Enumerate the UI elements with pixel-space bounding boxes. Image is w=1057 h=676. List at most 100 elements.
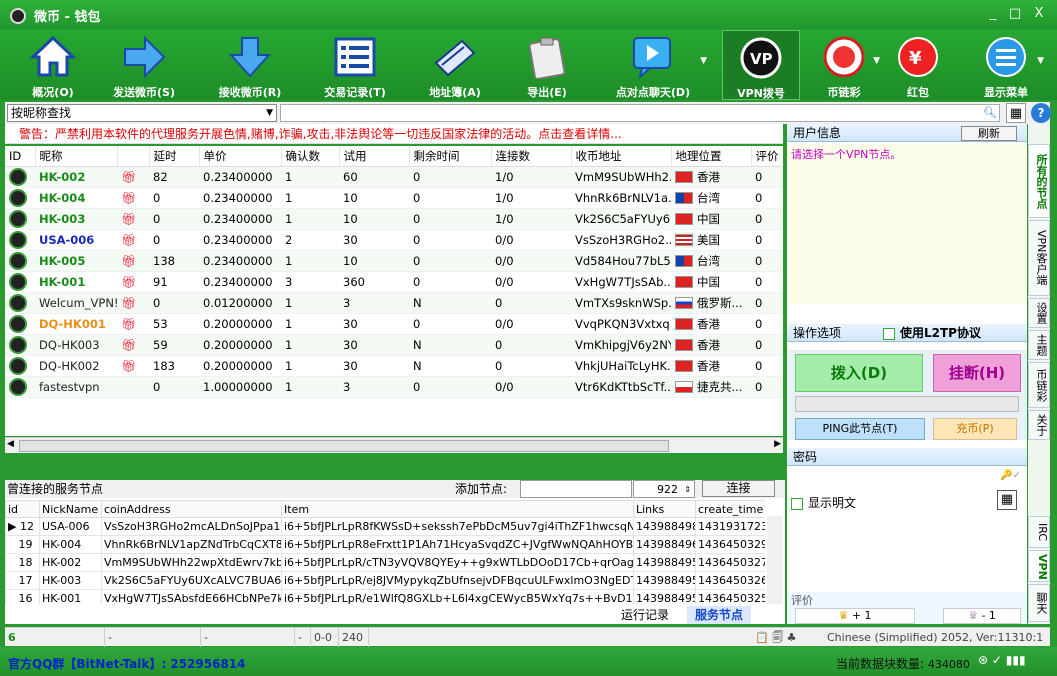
col-connections[interactable]: 连接数 [491, 146, 572, 167]
spinner-arrows-icon[interactable]: ⇕ [684, 481, 691, 499]
node-row[interactable]: HK-003 🎁︎ 0 0.23400000 1 10 0 1/0 Vk2S6C5aFYUy6.… [5, 208, 783, 230]
col-confirmations[interactable]: 确认数 [281, 146, 340, 167]
search-input[interactable] [280, 104, 1000, 122]
node-table-hscrollbar[interactable]: ◀ ▶ [5, 437, 783, 453]
toolbar-red-packet[interactable]: ¥ 红包 [890, 30, 946, 100]
col-coin-address[interactable]: coinAddress [101, 500, 282, 518]
node-row[interactable]: DQ-HK003 🎁︎ 59 0.20000000 1 30 N 0 VmKhipgjV6y2N… [5, 334, 783, 356]
node-rating: 0 [751, 187, 783, 209]
history-row[interactable]: ▶ 12 USA-006 VsSzoH3RGHo2mcALDnSoJPpa1Sta i… [5, 517, 765, 536]
col-location[interactable]: 地理位置 [671, 146, 752, 167]
search-mode-select[interactable]: 按昵称查找 ▼ [7, 104, 277, 122]
col-nickname[interactable]: NickName [39, 500, 102, 518]
toolbar-overview[interactable]: 概况(O) [18, 30, 88, 100]
history-row[interactable]: 18HK-002VmM9SUbWHh22wpXtdEwrv7kb9Nti6+5b… [5, 553, 765, 572]
history-table-header: id NickName coinAddress Item Links creat… [5, 500, 765, 518]
tab-about[interactable]: 关于 [1028, 410, 1050, 440]
toolbar-show-menu[interactable]: 显示菜单 ▼ [966, 30, 1046, 100]
maximize-button[interactable]: □ [1004, 5, 1026, 23]
add-node-input[interactable] [520, 480, 632, 498]
rate-up-button[interactable]: ♛ + 1 [795, 608, 915, 624]
show-plaintext-checkbox[interactable] [791, 497, 803, 510]
history-row[interactable]: 19 HK-004 VhnRk6BrNLV1apZNdTrbCqCXT8SL i6+5… [5, 535, 765, 554]
node-address: Vtr6KdKTtbScTf... [571, 376, 671, 398]
chat-dropdown-icon[interactable]: ▼ [700, 56, 707, 66]
col-links[interactable]: Links [633, 500, 696, 518]
scroll-right-icon[interactable]: ▶ [774, 439, 781, 449]
lottery-dropdown-icon[interactable]: ▼ [873, 56, 880, 66]
tab-chat[interactable]: 聊天 [1028, 584, 1050, 622]
qr-code-icon[interactable]: ▦ [997, 490, 1017, 510]
qr-grid-icon[interactable]: ▦ [1006, 103, 1026, 123]
node-connections: 0/0 [491, 229, 571, 251]
hang-up-button[interactable]: 挂断(H) [933, 354, 1021, 392]
connect-button[interactable]: 连接 [702, 480, 775, 497]
add-node-port-spinner[interactable]: 922 ⇕ [633, 480, 695, 498]
toolbar-send[interactable]: 发送微币(S) [104, 30, 184, 100]
col-address[interactable]: 收币地址 [571, 146, 672, 167]
col-id[interactable]: ID [5, 146, 36, 167]
rate-down-button[interactable]: ♛ - 1 [943, 608, 1021, 624]
col-delay[interactable]: 延时 [149, 146, 200, 167]
tab-service-nodes[interactable]: 服务节点 [687, 606, 752, 624]
toolbar-export[interactable]: 导出(E) [512, 30, 582, 100]
status-tool-icons[interactable]: 📋 🗐 ♣ [755, 628, 797, 647]
node-row[interactable]: USA-006 🎁︎ 0 0.23400000 2 30 0 0/0 VsSzoH3RGHo2.… [5, 229, 783, 251]
toolbar-p2p-chat[interactable]: 点对点聊天(D) ▼ [603, 30, 707, 100]
node-connections: 0 [491, 292, 571, 314]
node-row[interactable]: HK-005 🎁︎ 138 0.23400000 1 10 0 0/0 Vd584Hou77bL… [5, 250, 783, 272]
col-item[interactable]: Item [281, 500, 634, 518]
node-row[interactable]: HK-004 🎁︎ 0 0.23400000 1 10 0 1/0 VhnRk6BrNLV1a.… [5, 187, 783, 209]
legal-warning-link[interactable]: 警告：严禁利用本软件的代理服务开展色情,赌博,诈骗,攻击,非法舆论等一切违反国家… [5, 124, 783, 144]
gift-icon: 🎁︎ [121, 274, 137, 289]
tab-vpn-client[interactable]: VPN客户端 [1028, 220, 1050, 296]
help-icon[interactable]: ? [1031, 103, 1051, 123]
tab-settings[interactable]: 设置 [1028, 298, 1050, 328]
col-price[interactable]: 单价 [199, 146, 282, 167]
ping-node-button[interactable]: PING此节点(T) [795, 418, 925, 440]
col-create-time[interactable]: create_time [695, 500, 765, 518]
refresh-button[interactable]: 刷新 [961, 126, 1017, 141]
node-row[interactable]: HK-001 🎁︎ 91 0.23400000 3 360 0 0/0 VxHgW7TJsSAb… [5, 271, 783, 293]
l2tp-toggle[interactable]: 使用L2TP协议 [883, 324, 981, 342]
col-rating[interactable]: 评价 [751, 146, 783, 167]
scroll-left-icon[interactable]: ◀ [7, 439, 14, 449]
show-plaintext-toggle[interactable]: 显示明文 [791, 494, 856, 511]
history-row[interactable]: 17 HK-003 Vk2S6C5aFYUy6UXcALVC7BUA6AN i6+5b… [5, 571, 765, 590]
bottom-tabs: 运行记录 服务节点 [605, 606, 785, 624]
history-nickname: HK-004 [39, 535, 102, 554]
history-vscrollbar[interactable] [767, 516, 783, 604]
node-row[interactable]: Welcum_VPN! 🎁︎ 0 0.01200000 1 3 N 0 VmTXs9sknWSp… [5, 292, 783, 314]
dial-in-button[interactable]: 拨入(D) [795, 354, 923, 392]
tab-vpn[interactable]: VPN [1028, 550, 1050, 582]
toolbar-lottery[interactable]: 币链彩 ▼ [812, 30, 880, 100]
close-button[interactable]: X [1028, 5, 1050, 23]
col-trial[interactable]: 试用 [339, 146, 410, 167]
toolbar-transactions[interactable]: 交易记录(T) [313, 30, 397, 100]
menu-dropdown-icon[interactable]: ▼ [1037, 56, 1044, 66]
col-id[interactable]: id [5, 500, 40, 518]
qq-group-link[interactable]: 官方QQ群【BitNet-Talk】: 252956814 [8, 655, 246, 672]
col-remaining[interactable]: 剩余时间 [409, 146, 492, 167]
key-check-icon[interactable]: 🔑✓ [1000, 470, 1021, 481]
node-row[interactable]: DQ-HK002 🎁︎ 183 0.20000000 1 30 N 0 VhkjUHaiTcLy… [5, 355, 783, 377]
node-row[interactable]: HK-002 🎁︎ 82 0.23400000 1 60 0 1/0 VmM9SUbWHh2..… [5, 166, 783, 188]
l2tp-checkbox[interactable] [883, 327, 895, 340]
history-row[interactable]: 16 HK-001 VxHgW7TJsSAbsfdE66HCbNPe7kuh i6+5… [5, 589, 765, 604]
tab-theme[interactable]: 主题 [1028, 330, 1050, 360]
scroll-thumb[interactable] [19, 440, 669, 452]
recharge-button[interactable]: 充币(P) [933, 418, 1017, 440]
col-nickname[interactable]: 昵称 [35, 146, 118, 167]
node-row[interactable]: DQ-HK001 🎁︎ 53 0.20000000 1 30 0 0/0 VvqPKQN3Vxt… [5, 313, 783, 335]
tab-run-log[interactable]: 运行记录 [613, 606, 677, 624]
tab-all-nodes[interactable]: 所有的节点 [1028, 144, 1050, 218]
minimize-button[interactable]: _ [982, 5, 1004, 23]
toolbar-receive[interactable]: 接收微币(R) [208, 30, 292, 100]
tab-irc[interactable]: IRC [1028, 516, 1050, 548]
search-icon[interactable]: 🔍︎ [983, 106, 997, 119]
toolbar-address-book[interactable]: 地址簿(A) [420, 30, 490, 100]
network-status-icons: ⊛ ✓ ▮▮▮ [978, 653, 1026, 667]
node-row[interactable]: fastestvpn 0 1.00000000 1 3 0 0/0 Vtr6KdKTtbScT… [5, 376, 783, 398]
toolbar-vpn-dial[interactable]: VP VPN拨号 [722, 30, 800, 100]
tab-lottery[interactable]: 币链彩 [1028, 362, 1050, 408]
